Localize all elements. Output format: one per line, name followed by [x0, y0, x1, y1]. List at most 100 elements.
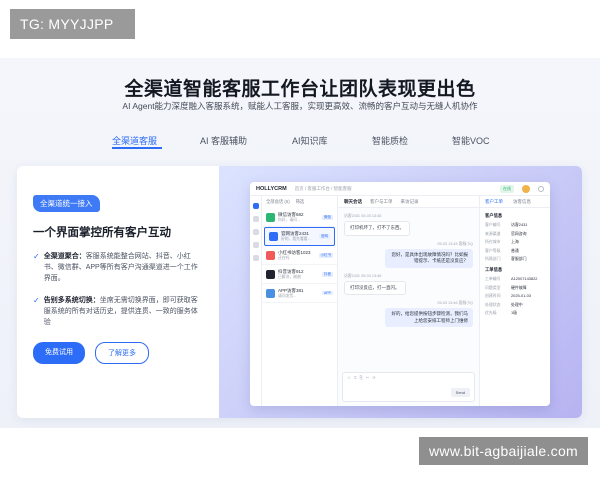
conversation-item[interactable]: APP访客381 请问发货... APP	[262, 284, 337, 303]
composer-toolbar[interactable]: ☺ ⌗ ⎘ ✂ ⟳	[343, 373, 474, 382]
settings-nav-icon[interactable]	[252, 255, 259, 261]
tab-ai-assist[interactable]: AI 客服辅助	[200, 134, 247, 147]
info-row: 创建时间 2025-01-03	[485, 293, 545, 299]
report-nav-icon[interactable]	[252, 242, 259, 248]
status-badge: 在线	[500, 184, 514, 193]
info-row: 所在城市 上海	[485, 239, 545, 245]
tab-visitor-info[interactable]: 访客信息	[513, 199, 531, 205]
channel-tag: 小红书	[318, 252, 333, 258]
message-thread: 访客2431 05-03 13:45 打印机坏了，打不了东西。 05-03 13:4…	[338, 214, 479, 327]
info-row: 问题类型 硬件故障	[485, 285, 545, 291]
message-meta: 05-03 13:46 客服小Q	[437, 301, 473, 305]
message-meta: 访客2431 05-03 13:45	[344, 214, 382, 218]
app-nav-rail	[250, 196, 262, 406]
feature-bullet: ✓ 告别多系统切换：坐席无需切换界面，即可获取客服系统的所有对话历史，提供连贯、…	[33, 295, 203, 328]
customer-info-panel: 客户工单 访客信息 客户信息 客户编号 访客2431 来源渠道 官网咨询 所在城市 上海 客户…	[480, 196, 550, 406]
free-trial-button[interactable]: 免费试用	[33, 342, 85, 364]
tab-chat[interactable]: 聊天会话	[344, 199, 362, 205]
tab-ai-knowledge[interactable]: AI知识库	[292, 134, 328, 147]
conversation-name: 微信访客682	[278, 211, 304, 217]
channel-icon	[266, 212, 275, 222]
info-key: 工单编号	[485, 276, 501, 281]
tab-voc[interactable]: 智能VOC	[452, 134, 490, 147]
feature-bullet: ✓ 全渠道聚合：客服系统能整合网站、抖音、小红书、微信群、APP等所有客户沟通渠…	[33, 251, 203, 284]
tab-visit-records[interactable]: 来访记录	[401, 199, 419, 205]
info-value: 1级	[511, 310, 518, 315]
info-key: 所属部门	[485, 256, 501, 261]
info-key: 所在城市	[485, 239, 501, 244]
tab-omnichannel[interactable]: 全渠道客服	[112, 134, 157, 147]
conversation-list: 全部会话 (6) 筛选 微信访客682 你好，请问... 微信 官网访客2431 好的，…	[262, 196, 338, 406]
info-row: 工单编号 A12007143822	[485, 276, 545, 282]
info-key: 优先级	[485, 310, 497, 315]
filter-button[interactable]: 筛选	[296, 199, 305, 205]
visitor-message: 打印机坏了，打不了东西。	[344, 221, 410, 236]
settings-icon[interactable]	[538, 185, 544, 192]
info-value: 处理中	[511, 301, 523, 307]
info-key: 问题类型	[485, 284, 501, 290]
info-details: 客户信息 客户编号 访客2431 来源渠道 官网咨询 所在城市 上海 客户等级 普通 所属部门 客服…	[480, 213, 550, 316]
chat-nav-icon[interactable]	[252, 203, 259, 209]
conversation-count: 全部会话 (6)	[266, 199, 290, 204]
feature-section: 全渠道智能客服工作台让团队表现更出色 AI Agent能力深度融入客服系统，赋能…	[0, 58, 600, 428]
channel-tag: APP	[321, 291, 333, 295]
info-row: 客户等级 普通	[485, 248, 545, 254]
conversation-item[interactable]: 抖音访客912 已解决，谢谢 抖音	[262, 265, 337, 284]
info-row: 处理状态 处理中	[485, 302, 545, 308]
active-tab-indicator	[112, 147, 162, 149]
info-value: 官网咨询	[511, 230, 527, 236]
channel-icon	[269, 232, 278, 241]
mock-app-window: HOLLYCRM 首页 / 客服工作台 / 智能客服 在线 全部会话 (6) 筛…	[250, 182, 550, 406]
agent-message: 好的，给您提供按钮步骤检测，我们马上给您安排工程师上门维修	[385, 308, 473, 327]
channel-icon	[266, 288, 275, 298]
conversation-item[interactable]: 官网访客2431 好的，我先看看... 官网	[264, 227, 335, 246]
conversation-preview: 好的，我先看看...	[281, 237, 311, 241]
channel-icon	[266, 250, 275, 260]
chat-panel: 聊天会话 客户与工单 来访记录 访客2431 05-03 13:45 打印机坏了，…	[338, 196, 480, 406]
conversation-list-header: 全部会话 (6) 筛选	[262, 196, 337, 208]
contacts-nav-icon[interactable]	[252, 216, 259, 222]
info-key: 处理状态	[485, 301, 501, 307]
send-button[interactable]: Send	[450, 388, 470, 397]
ticket-nav-icon[interactable]	[252, 229, 259, 235]
agent-message: 您好，是具体出现故障情况吗？比如报错提示、卡纸还是没反应？	[385, 248, 473, 268]
info-value: 客服部门	[511, 256, 527, 261]
conversation-items: 微信访客682 你好，请问... 微信 官网访客2431 好的，我先看看... 官网 小红书…	[262, 208, 337, 303]
bullet-head: 全渠道聚合：	[43, 253, 86, 260]
feature-card: 全渠道统一接入 一个界面掌控所有客户互动 ✓ 全渠道聚合：客服系统能整合网站、抖…	[17, 166, 582, 418]
app-topbar: HOLLYCRM 首页 / 客服工作台 / 智能客服 在线	[250, 182, 550, 196]
feature-description: 全渠道统一接入 一个界面掌控所有客户互动 ✓ 全渠道聚合：客服系统能整合网站、抖…	[17, 166, 219, 418]
info-value: 普通	[511, 247, 519, 253]
info-row: 来源渠道 官网咨询	[485, 231, 545, 237]
channel-icon	[266, 269, 275, 279]
conversation-name: 小红书访客1023	[278, 249, 311, 255]
info-row: 优先级 1级	[485, 310, 545, 316]
bullet-head: 告别多系统切换：	[43, 297, 100, 304]
avatar[interactable]	[522, 184, 530, 193]
feature-tabs: 全渠道客服 AI 客服辅助 AI知识库 智能质检 智能VOC	[0, 128, 600, 152]
info-value: 硬件故障	[511, 284, 527, 290]
message-composer[interactable]: ☺ ⌗ ⎘ ✂ ⟳ Send	[342, 372, 475, 402]
channel-tag: 官网	[319, 234, 330, 239]
tab-quality-check[interactable]: 智能质检	[372, 134, 408, 147]
page-title: 全渠道智能客服工作台让团队表现更出色	[124, 79, 476, 100]
app-brand: HOLLYCRM	[256, 185, 287, 192]
conversation-item[interactable]: 微信访客682 你好，请问... 微信	[262, 208, 337, 227]
feature-badge: 全渠道统一接入	[33, 195, 100, 212]
tg-tag-overlay: TG: MYYJJPP	[10, 9, 135, 39]
conversation-item[interactable]: 小红书访客1023 还在吗 小红书	[262, 246, 337, 265]
message-meta: 05-03 13:45 客服小Q	[437, 241, 473, 246]
site-watermark: www.bit-agbaijiale.com	[419, 437, 588, 465]
check-icon: ✓	[33, 252, 40, 261]
conversation-preview: 已解决，谢谢	[278, 274, 301, 279]
tab-customer-ticket-info[interactable]: 客户工单	[485, 199, 503, 205]
conversation-preview: 你好，请问...	[278, 217, 301, 222]
tab-customer-ticket[interactable]: 客户与工单	[370, 199, 393, 205]
chat-tabs: 聊天会话 客户与工单 来访记录	[338, 196, 479, 208]
learn-more-button[interactable]: 了解更多	[95, 342, 149, 364]
info-section-title: 工单信息	[485, 267, 503, 272]
feature-title: 一个界面掌控所有客户互动	[33, 227, 171, 239]
info-section-title: 客户信息	[485, 213, 503, 218]
info-value: 访客2431	[511, 222, 528, 227]
info-tabs: 客户工单 访客信息	[480, 196, 550, 208]
